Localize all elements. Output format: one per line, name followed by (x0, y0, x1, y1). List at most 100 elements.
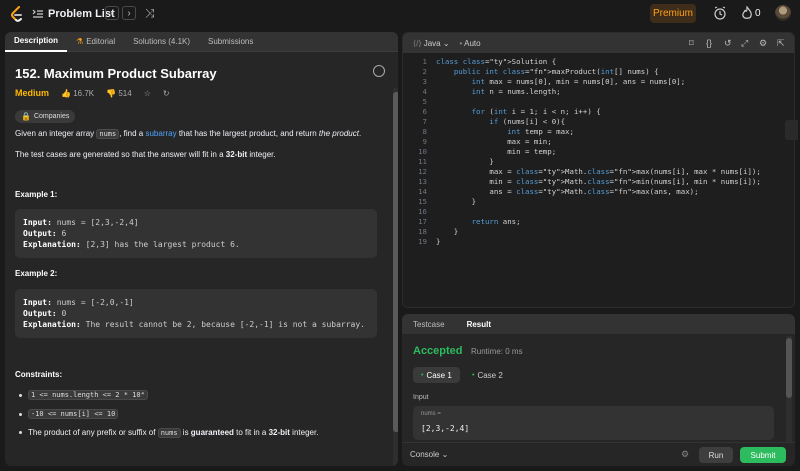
info-icon[interactable] (373, 65, 385, 77)
line-number: 7 (422, 117, 427, 126)
tab-label: Submissions (208, 37, 254, 46)
example-explanation: Explanation: The result cannot be 2, bec… (23, 319, 369, 330)
tab-solutions[interactable]: Solutions (4.1K) (124, 32, 199, 52)
description-tabs: Description ⚗ Editorial Solutions (4.1K) … (5, 32, 398, 52)
constraint-item: 1 <= nums.length <= 2 * 10⁴ (19, 390, 148, 400)
text: is (180, 428, 191, 437)
star-icon[interactable]: ☆ (144, 89, 151, 98)
description-scrollbar-thumb[interactable] (393, 92, 398, 432)
thumbs-up-icon: 👍 (61, 88, 71, 98)
thumbs-down-icon: 👎 (106, 88, 117, 98)
prev-problem-button[interactable]: ‹ (105, 6, 119, 20)
line-number: 15 (418, 197, 427, 206)
text: the product (318, 129, 359, 138)
code-line: public int class="fn">maxProduct(int[] n… (453, 67, 659, 76)
tab-label: Editorial (86, 37, 116, 46)
side-notes-button[interactable] (785, 120, 798, 140)
alarm-clock-icon[interactable] (713, 6, 727, 20)
problem-list-icon[interactable] (32, 8, 44, 20)
like-button[interactable]: 👍 16.7K (61, 89, 94, 98)
case-2-tab[interactable]: • Case 2 (464, 367, 511, 383)
code-line: max = min; (436, 137, 552, 146)
input-var-name: nums = (421, 411, 441, 417)
tab-result[interactable]: Result (456, 314, 502, 334)
problem-title[interactable]: 152. Maximum Product Subarray (15, 66, 217, 81)
value: The result cannot be 2, because [-2,-1] … (85, 320, 365, 329)
text: to fit in a (233, 428, 269, 437)
code-line: for (int i = 1; i < n; i++) { (471, 107, 601, 116)
chevron-down-icon: ⌄ (442, 38, 450, 48)
text: that has the largest product, and return (176, 129, 319, 138)
subarray-link[interactable]: subarray (145, 129, 176, 138)
text: . (358, 129, 362, 138)
run-button[interactable]: Run (699, 447, 733, 463)
editor-toolbar: ⟨/⟩ Java ⌄ • Auto (403, 33, 794, 53)
code-line: min = temp; (436, 147, 557, 156)
shuffle-icon[interactable]: ⤨ (145, 6, 155, 21)
tab-label: Solutions (4.1K) (133, 37, 191, 46)
example-output: Output: 6 (23, 228, 369, 239)
text: , find a (119, 129, 146, 138)
constraint-text: The product of any prefix or suffix of n… (28, 428, 319, 438)
code-line: class class="ty">Solution { (436, 57, 557, 66)
text: Given an integer array (15, 129, 97, 138)
case-label: Case 2 (477, 370, 503, 380)
console-toggle[interactable]: Console ⌄ (410, 450, 448, 459)
top-navbar: Problem List ‹ › ⤨ Premium 0 (0, 0, 800, 28)
companies-tag[interactable]: 🔒 Companies (15, 110, 76, 123)
runtime-label: Runtime: 0 ms (471, 347, 523, 356)
braces-icon[interactable]: {} (706, 38, 716, 48)
constraint-code: 1 <= nums.length <= 2 * 10⁴ (28, 390, 148, 400)
line-number: 17 (418, 217, 427, 226)
inline-code: nums (157, 428, 181, 438)
debug-icon[interactable]: ⚙ (681, 449, 689, 460)
leetcode-logo-icon[interactable] (10, 6, 24, 22)
auto-mode-toggle[interactable]: • Auto (460, 39, 481, 48)
value: nums = [2,3,-2,4] (56, 218, 139, 227)
constraint-code: -10 <= nums[i] <= 10 (28, 409, 119, 419)
constraints-heading: Constraints: (15, 370, 63, 379)
case-label: Case 1 (426, 370, 452, 380)
pass-dot-icon: • (472, 371, 475, 379)
share-icon[interactable]: ↻ (163, 89, 170, 98)
premium-button[interactable]: Premium (650, 4, 696, 23)
tab-testcase[interactable]: Testcase (402, 314, 456, 334)
settings-icon[interactable]: ⚙ (759, 38, 769, 48)
problem-note: The test cases are generated so that the… (15, 149, 276, 161)
line-number: 11 (418, 157, 427, 166)
line-number: 12 (418, 167, 427, 176)
pass-dot-icon: • (421, 371, 424, 379)
dislike-button[interactable]: 👎 514 (106, 89, 132, 98)
submit-button[interactable]: Submit (740, 447, 786, 463)
bullet-dot (19, 393, 22, 397)
result-scrollbar-thumb[interactable] (786, 338, 792, 398)
case-1-tab[interactable]: • Case 1 (413, 367, 460, 383)
label: Output: (23, 309, 57, 318)
label: Output: (23, 229, 57, 238)
expand-icon[interactable]: ⇱ (777, 38, 787, 48)
line-number: 16 (418, 207, 427, 216)
streak-fire-icon[interactable] (741, 6, 753, 20)
fullscreen-icon[interactable]: ⤢ (741, 38, 751, 48)
tab-submissions[interactable]: Submissions (199, 32, 262, 52)
next-problem-button[interactable]: › (122, 6, 136, 20)
problem-statement: Given an integer array nums, find a suba… (15, 128, 361, 140)
problem-meta: Medium 👍 16.7K 👎 514 ☆ ↻ (15, 88, 170, 98)
code-line: max = class="ty">Math.class="fn">max(num… (436, 167, 761, 176)
inline-code: nums (96, 129, 120, 139)
code-line: int temp = max; (507, 127, 574, 136)
chevron-left-icon: ‹ (110, 7, 114, 19)
reset-icon[interactable]: ↺ (724, 38, 734, 48)
code-editor-panel: ⟨/⟩ Java ⌄ • Auto ⌑ {} ↺ ⤢ ⚙ ⇱ 1 class cl… (402, 32, 795, 308)
line-number: 19 (418, 237, 427, 246)
input-var-value: [2,3,-2,4] (421, 424, 470, 433)
code-line: } (436, 197, 477, 206)
tab-description[interactable]: Description (5, 32, 68, 52)
language-select[interactable]: ⟨/⟩ Java ⌄ (413, 39, 450, 48)
bookmark-icon[interactable]: ⌑ (689, 38, 699, 48)
tab-editorial[interactable]: ⚗ Editorial (67, 32, 124, 52)
text: 32-bit (268, 428, 290, 437)
user-avatar[interactable] (775, 5, 791, 21)
text: integer. (289, 428, 319, 437)
line-number: 13 (418, 177, 427, 186)
